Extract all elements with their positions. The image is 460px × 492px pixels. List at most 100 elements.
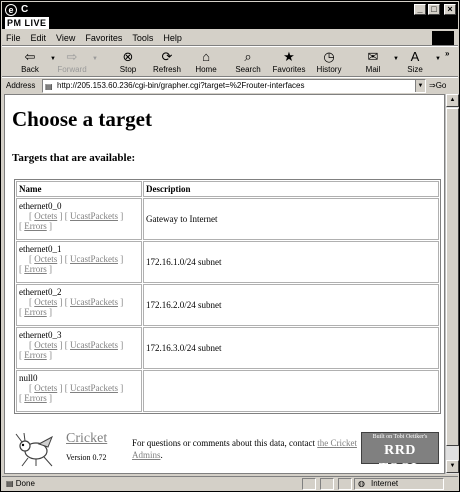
bracket-close: ] (59, 254, 63, 264)
brand-bar: PM LIVE (2, 17, 458, 29)
ucast-packets-link[interactable]: UcastPackets (70, 340, 118, 350)
octets-link[interactable]: Octets (34, 297, 57, 307)
favorites-icon: ★ (283, 49, 295, 64)
mail-icon: ✉ (367, 49, 379, 64)
text-size-icon: A (410, 49, 420, 64)
scroll-up-icon[interactable]: ▲ (446, 94, 459, 107)
address-url: http://205.153.60.236/cgi-bin/grapher.cg… (57, 81, 305, 90)
dropdown-arrow-icon[interactable]: ▼ (435, 56, 441, 62)
bracket-close: ] (49, 221, 52, 231)
forward-button[interactable]: ⇨ Forward ▼ (52, 49, 98, 76)
bracket-close: ] (49, 264, 52, 274)
close-button[interactable]: × (444, 4, 456, 15)
target-name-cell: ethernet0_1[ Octets ] [ UcastPackets ][ … (16, 241, 142, 283)
browser-window: e C _ □ × PM LIVE File Edit View Favorit… (0, 0, 460, 492)
bracket-close: ] (120, 211, 124, 221)
forward-label: Forward (57, 65, 87, 74)
home-button[interactable]: ⌂ Home (186, 49, 226, 76)
history-icon: ◷ (323, 49, 335, 64)
toolbar-overflow-icon[interactable]: » (445, 49, 449, 58)
target-name[interactable]: ethernet0_3 (19, 330, 139, 340)
home-label: Home (195, 65, 217, 74)
target-name[interactable]: ethernet0_1 (19, 244, 139, 254)
ucast-packets-link[interactable]: UcastPackets (70, 211, 118, 221)
zone-label: Internet (371, 479, 399, 488)
menu-tools[interactable]: Tools (132, 33, 153, 43)
bracket-open: [ (29, 297, 32, 307)
back-button[interactable]: ⇦ Back ▼ (10, 49, 56, 76)
status-panel (320, 478, 334, 490)
targets-subheading: Targets that are available: (12, 152, 136, 164)
browser-logo-icon: e (5, 3, 17, 16)
table-row: ethernet0_0[ Octets ] [ UcastPackets ][ … (16, 198, 439, 240)
errors-link[interactable]: Errors (24, 307, 47, 317)
menu-view[interactable]: View (56, 33, 75, 43)
bracket-open: [ (29, 211, 32, 221)
rrdtool-badge[interactable]: Built on Tobi Oetiker's RRD TOOL (361, 432, 439, 473)
target-links-errors: [ Errors ] (19, 393, 139, 403)
bracket-open: [ (64, 297, 68, 307)
go-label: Go (435, 81, 447, 90)
errors-link[interactable]: Errors (24, 350, 47, 360)
back-arrow-icon: ⇦ (24, 49, 36, 64)
errors-link[interactable]: Errors (24, 393, 47, 403)
search-icon: ⌕ (244, 49, 252, 64)
octets-link[interactable]: Octets (34, 254, 57, 264)
bracket-close: ] (59, 297, 63, 307)
bracket-close: ] (120, 383, 124, 393)
ucast-packets-link[interactable]: UcastPackets (70, 383, 118, 393)
page-content: Choose a target Targets that are availab… (4, 94, 445, 474)
ucast-packets-link[interactable]: UcastPackets (70, 254, 118, 264)
scroll-down-icon[interactable]: ▼ (446, 460, 459, 473)
scroll-thumb[interactable] (446, 108, 459, 446)
address-input[interactable]: ▤ http://205.153.60.236/cgi-bin/grapher.… (42, 79, 426, 93)
menu-file[interactable]: File (6, 33, 21, 43)
bracket-open: [ (29, 340, 32, 350)
target-name[interactable]: ethernet0_2 (19, 287, 139, 297)
target-name-cell: ethernet0_2[ Octets ] [ UcastPackets ][ … (16, 284, 142, 326)
refresh-button[interactable]: ⟳ Refresh (147, 49, 187, 76)
history-button[interactable]: ◷ History (309, 49, 349, 76)
rrdtool-badge-caption: Built on Tobi Oetiker's (372, 434, 428, 440)
menu-favorites[interactable]: Favorites (85, 33, 122, 43)
go-button[interactable]: ⇒Go (429, 81, 446, 90)
footer: Cricket Version 0.72 For questions or co… (14, 429, 441, 473)
errors-link[interactable]: Errors (24, 264, 47, 274)
history-label: History (316, 65, 342, 74)
page-icon: ▤ (45, 82, 53, 91)
address-dropdown-icon[interactable]: ▼ (415, 80, 425, 92)
bracket-close: ] (59, 340, 63, 350)
maximize-button[interactable]: □ (428, 4, 440, 15)
stop-button[interactable]: ⊗ Stop (108, 49, 148, 76)
errors-link[interactable]: Errors (24, 221, 47, 231)
bracket-open: [ (29, 383, 32, 393)
table-row: ethernet0_1[ Octets ] [ UcastPackets ][ … (16, 241, 439, 283)
target-name-cell: ethernet0_3[ Octets ] [ UcastPackets ][ … (16, 327, 142, 369)
internet-globe-icon: ◍ (358, 479, 365, 488)
size-button[interactable]: A Size ▼ (395, 49, 441, 76)
menu-help[interactable]: Help (163, 33, 182, 43)
octets-link[interactable]: Octets (34, 340, 57, 350)
target-name[interactable]: ethernet0_0 (19, 201, 139, 211)
cricket-link[interactable]: Cricket (66, 431, 107, 447)
stop-icon: ⊗ (122, 49, 134, 64)
dropdown-arrow-icon[interactable]: ▼ (92, 56, 98, 62)
target-name[interactable]: null0 (19, 373, 139, 383)
ucast-packets-link[interactable]: UcastPackets (70, 297, 118, 307)
bracket-close: ] (120, 297, 124, 307)
minimize-button[interactable]: _ (414, 4, 426, 15)
menu-edit[interactable]: Edit (31, 33, 47, 43)
favorites-button[interactable]: ★ Favorites (269, 49, 309, 76)
contact-period: . (160, 450, 163, 460)
menu-bar: File Edit View Favorites Tools Help (2, 30, 458, 46)
mail-button[interactable]: ✉ Mail ▼ (353, 49, 399, 76)
title-bar[interactable]: e C _ □ × (2, 2, 458, 17)
target-links-errors: [ Errors ] (19, 307, 139, 317)
octets-link[interactable]: Octets (34, 211, 57, 221)
cricket-version: Version 0.72 (66, 453, 107, 462)
search-button[interactable]: ⌕ Search (228, 49, 268, 76)
vertical-scrollbar[interactable]: ▲ ▼ (445, 94, 459, 474)
target-links: [ Octets ] [ UcastPackets ] (19, 340, 139, 350)
octets-link[interactable]: Octets (34, 383, 57, 393)
target-links: [ Octets ] [ UcastPackets ] (19, 254, 139, 264)
